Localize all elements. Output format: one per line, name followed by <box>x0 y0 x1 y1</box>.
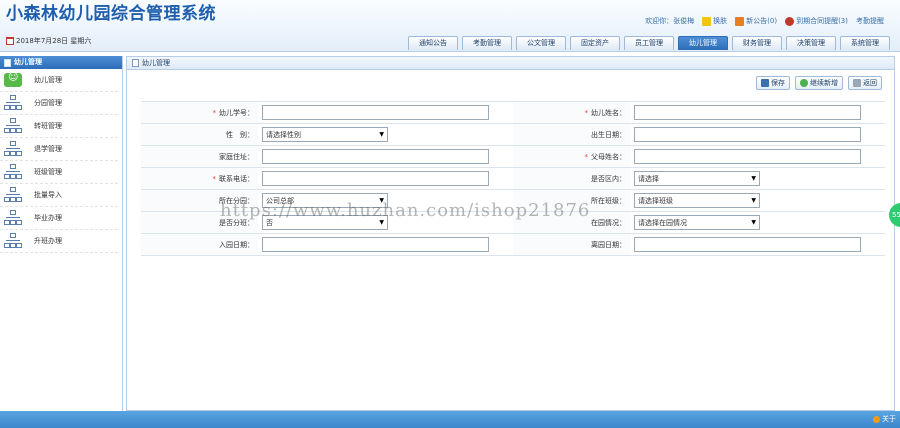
org-chart-icon <box>4 187 22 203</box>
back-button[interactable]: 返回 <box>848 76 882 90</box>
name-label: * 幼儿姓名： <box>513 102 630 123</box>
org-chart-icon <box>4 95 22 111</box>
leave-date-input[interactable] <box>634 237 861 252</box>
reminder-icon <box>785 16 795 26</box>
chevron-down-icon: ▼ <box>379 219 384 226</box>
header: 小森林幼儿园综合管理系统 欢迎你：张俊梅 换肤 新公告(0) 到期合同提醒(3)… <box>0 0 900 52</box>
form-row: * 幼儿学号： * 幼儿姓名： <box>141 102 885 124</box>
org-chart-icon <box>4 118 22 134</box>
notice-link[interactable]: 新公告(0) <box>735 16 777 26</box>
skin-icon <box>702 16 712 26</box>
enter-date-input[interactable] <box>262 237 489 252</box>
org-chart-icon <box>4 141 22 157</box>
chevron-down-icon: ▼ <box>379 131 384 138</box>
sidebar-item-promote[interactable]: 升班办理 <box>0 230 118 253</box>
form-row: 家庭住址： * 父母姓名： <box>141 146 885 168</box>
birthdate-label: 出生日期： <box>513 124 630 145</box>
main-panel: 幼儿管理 保存 继续新增 返回 * 幼儿学号： * 幼儿姓名： 性 别： 请选择性别… <box>126 56 895 411</box>
top-links: 欢迎你：张俊梅 换肤 新公告(0) 到期合同提醒(3) 考勤提醒 <box>645 16 884 26</box>
date-bar: 2018年7月28日 星期六 <box>6 36 91 46</box>
tab-staff[interactable]: 员工管理 <box>624 36 674 50</box>
name-input[interactable] <box>634 105 861 120</box>
print-icon <box>853 79 861 87</box>
chevron-down-icon: ▼ <box>751 219 756 226</box>
tab-finance[interactable]: 财务管理 <box>732 36 782 50</box>
switch-skin-link[interactable]: 换肤 <box>702 16 727 26</box>
org-chart-icon <box>4 233 22 249</box>
sidebar-item-transfer[interactable]: 转班管理 <box>0 115 118 138</box>
sidebar-item-import[interactable]: 批量导入 <box>0 184 118 207</box>
calendar-icon <box>6 37 14 45</box>
main-tabs: 通知公告 考勤管理 公文管理 固定资产 员工管理 幼儿管理 财务管理 决策管理 … <box>408 36 890 50</box>
save-icon <box>761 79 769 87</box>
sidebar: 幼儿管理 幼儿管理 分园管理 转班管理 退学管理 班级管理 批量导入 毕业办理 … <box>0 56 123 411</box>
form-row: 所在分园： 公司总部 ▼ 所在班级： 请选择班级 ▼ <box>141 190 885 212</box>
tab-notice[interactable]: 通知公告 <box>408 36 458 50</box>
reminder-link[interactable]: 到期合同提醒(3) <box>785 16 848 26</box>
tab-system[interactable]: 系统管理 <box>840 36 890 50</box>
org-chart-icon <box>4 164 22 180</box>
parent-input[interactable] <box>634 149 861 164</box>
sidebar-header: 幼儿管理 <box>0 56 122 69</box>
org-chart-icon <box>4 210 22 226</box>
chevron-down-icon: ▼ <box>751 197 756 204</box>
transfer-select[interactable]: 否 ▼ <box>262 215 388 230</box>
panel-title: 幼儿管理 <box>142 58 170 67</box>
student-no-input[interactable] <box>262 105 489 120</box>
continue-add-button[interactable]: 继续新增 <box>795 76 843 90</box>
address-label: 家庭住址： <box>141 146 258 167</box>
sidebar-item-children[interactable]: 幼儿管理 <box>0 69 118 92</box>
form-row: 性 别： 请选择性别 ▼ 出生日期： <box>141 124 885 146</box>
sidebar-item-graduate[interactable]: 毕业办理 <box>0 207 118 230</box>
footer: 关于 <box>0 411 900 428</box>
date-text: 2018年7月28日 星期六 <box>16 37 92 45</box>
tab-attendance[interactable]: 考勤管理 <box>462 36 512 50</box>
birthdate-input[interactable] <box>634 127 861 142</box>
address-input[interactable] <box>262 149 489 164</box>
smile-icon <box>4 72 22 87</box>
district-label: 是否区内： <box>513 168 630 189</box>
parent-label: * 父母姓名： <box>513 146 630 167</box>
gender-label: 性 别： <box>141 124 258 145</box>
district-select[interactable]: 请选择 ▼ <box>634 171 760 186</box>
branch-select[interactable]: 公司总部 ▼ <box>262 193 388 208</box>
transfer-label: 是否分班： <box>141 212 258 233</box>
leave-date-label: 离园日期： <box>513 234 630 255</box>
tab-decision[interactable]: 决策管理 <box>786 36 836 50</box>
status-label: 在园情况： <box>513 212 630 233</box>
document-icon <box>132 59 139 67</box>
app-title: 小森林幼儿园综合管理系统 <box>6 4 216 24</box>
panel-header: 幼儿管理 <box>127 57 894 70</box>
form-row: 是否分班： 否 ▼ 在园情况： 请选择在园情况 ▼ <box>141 212 885 234</box>
document-icon <box>4 58 11 67</box>
tab-documents[interactable]: 公文管理 <box>516 36 566 50</box>
phone-input[interactable] <box>262 171 489 186</box>
about-link[interactable]: 关于 <box>873 414 896 424</box>
chevron-down-icon: ▼ <box>751 175 756 182</box>
sidebar-item-withdraw[interactable]: 退学管理 <box>0 138 118 161</box>
sidebar-item-branch[interactable]: 分园管理 <box>0 92 118 115</box>
welcome-text: 欢迎你：张俊梅 <box>645 17 695 25</box>
tab-children[interactable]: 幼儿管理 <box>678 36 728 50</box>
notice-icon <box>735 16 745 26</box>
tab-assets[interactable]: 固定资产 <box>570 36 620 50</box>
class-label: 所在班级： <box>513 190 630 211</box>
info-icon <box>873 415 880 423</box>
chevron-down-icon: ▼ <box>379 197 384 204</box>
child-form: * 幼儿学号： * 幼儿姓名： 性 别： 请选择性别 ▼ 出生日期： 家庭住址： * 父… <box>141 101 885 256</box>
attendance-link[interactable]: 考勤提醒 <box>856 16 884 26</box>
student-no-label: * 幼儿学号： <box>141 102 258 123</box>
status-select[interactable]: 请选择在园情况 ▼ <box>634 215 760 230</box>
phone-label: * 联系电话： <box>141 168 258 189</box>
gender-select[interactable]: 请选择性别 ▼ <box>262 127 388 142</box>
class-select[interactable]: 请选择班级 ▼ <box>634 193 760 208</box>
add-icon <box>800 79 808 87</box>
branch-label: 所在分园： <box>141 190 258 211</box>
enter-date-label: 入园日期： <box>141 234 258 255</box>
save-button[interactable]: 保存 <box>756 76 790 90</box>
form-row: 入园日期： 离园日期： <box>141 234 885 256</box>
sidebar-item-class[interactable]: 班级管理 <box>0 161 118 184</box>
form-row: * 联系电话： 是否区内： 请选择 ▼ <box>141 168 885 190</box>
action-bar: 保存 继续新增 返回 <box>756 76 882 90</box>
